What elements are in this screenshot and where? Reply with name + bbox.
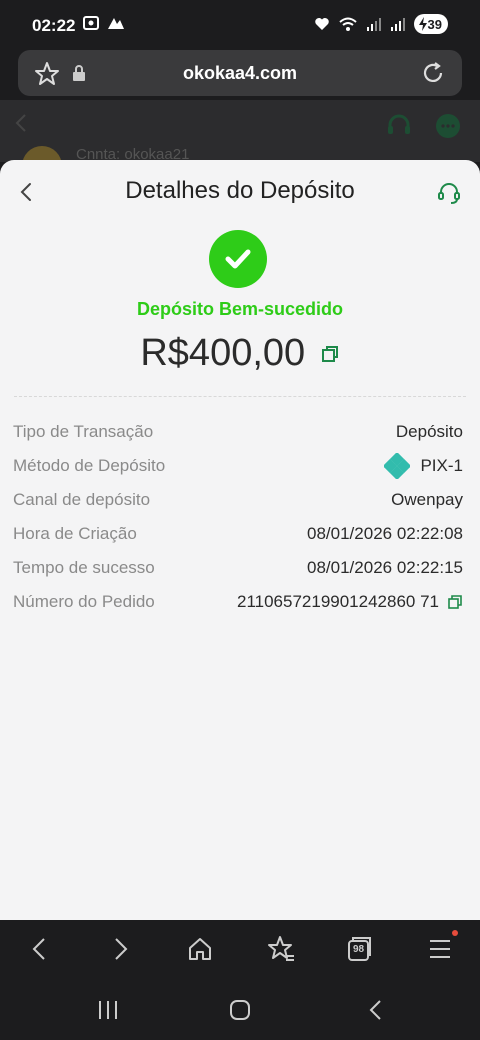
charging-bolt-icon (418, 17, 427, 31)
app-notification-icon (108, 18, 124, 29)
customer-support-icon[interactable] (436, 180, 462, 206)
status-right-icons: 39 (314, 14, 448, 34)
row-label: Tipo de Transação (13, 422, 154, 441)
pix-icon (384, 453, 411, 479)
battery-indicator: 39 (413, 14, 448, 34)
forward-nav-icon[interactable] (108, 934, 132, 964)
recent-apps-icon[interactable] (96, 998, 120, 1022)
bookmarks-icon[interactable] (266, 934, 296, 964)
row-value: 08/01/2026 02:22:08 (307, 524, 463, 543)
background-support-icon (388, 114, 410, 134)
heart-icon (314, 18, 329, 30)
divider (14, 396, 466, 397)
deposit-details-sheet: Detalhes do Depósito Depósito Bem-sucedi… (0, 160, 480, 920)
system-nav-bar (0, 980, 480, 1040)
row-label: Tempo de sucesso (13, 558, 155, 577)
row-value: Owenpay (391, 490, 463, 509)
system-home-icon[interactable] (228, 998, 252, 1022)
tabs-button[interactable]: 98 (346, 936, 372, 962)
row-value: 08/01/2026 02:22:15 (307, 558, 463, 577)
details-list: Tipo de Transação Depósito Método de Dep… (13, 415, 463, 619)
row-value-container: 2110657219901242860 71 (237, 592, 463, 612)
url-bar[interactable]: okokaa4.com (18, 50, 462, 96)
copy-amount-icon[interactable] (320, 344, 340, 364)
success-check-icon (209, 230, 267, 288)
signal-icon-2 (390, 18, 405, 31)
row-label: Método de Depósito (13, 456, 166, 475)
row-value: 2110657219901242860 71 (236, 592, 439, 611)
battery-level: 39 (427, 16, 442, 32)
row-label: Canal de depósito (13, 490, 151, 509)
menu-icon[interactable] (428, 934, 452, 964)
background-page-header: Cnnta: okokaa21 (0, 100, 480, 166)
detail-row-deposit-channel: Canal de depósito Owenpay (13, 483, 463, 517)
detail-row-order-number: Número do Pedido 2110657219901242860 71 (13, 585, 463, 619)
background-chat-icon (436, 114, 460, 138)
detail-row-deposit-method: Método de Depósito PIX-1 (13, 449, 463, 483)
page-title: Detalhes do Depósito (125, 177, 355, 204)
back-nav-icon[interactable] (28, 934, 52, 964)
screenshot-icon (83, 16, 99, 30)
detail-row-success-time: Tempo de sucesso 08/01/2026 02:22:15 (13, 551, 463, 585)
status-time: 02:22 (32, 16, 76, 35)
tab-count: 98 (352, 944, 365, 955)
url-text[interactable]: okokaa4.com (18, 63, 462, 84)
background-back-icon (15, 114, 26, 132)
wifi-icon (338, 17, 357, 31)
copy-order-number-icon[interactable] (447, 594, 463, 610)
detail-row-transaction-type: Tipo de Transação Depósito (13, 415, 463, 449)
system-back-icon[interactable] (366, 998, 386, 1022)
amount-row: R$400,00 (0, 332, 480, 375)
row-value: PIX-1 (420, 456, 463, 475)
row-label: Número do Pedido (13, 592, 155, 611)
row-value-container: PIX-1 (384, 453, 463, 479)
reload-icon[interactable] (420, 60, 446, 86)
signal-icon (366, 18, 381, 31)
row-value: Depósito (395, 422, 463, 441)
deposit-status: Depósito Bem-sucedido (136, 299, 344, 319)
home-icon[interactable] (186, 934, 214, 964)
browser-nav-bar: 98 (0, 920, 480, 980)
row-label: Hora de Criação (13, 524, 137, 543)
menu-notification-dot (452, 930, 458, 936)
status-bar: 02:22 39 (0, 0, 480, 46)
detail-row-creation-time: Hora de Criação 08/01/2026 02:22:08 (13, 517, 463, 551)
deposit-amount: R$400,00 (140, 332, 306, 374)
status-notification-icons (82, 14, 126, 32)
